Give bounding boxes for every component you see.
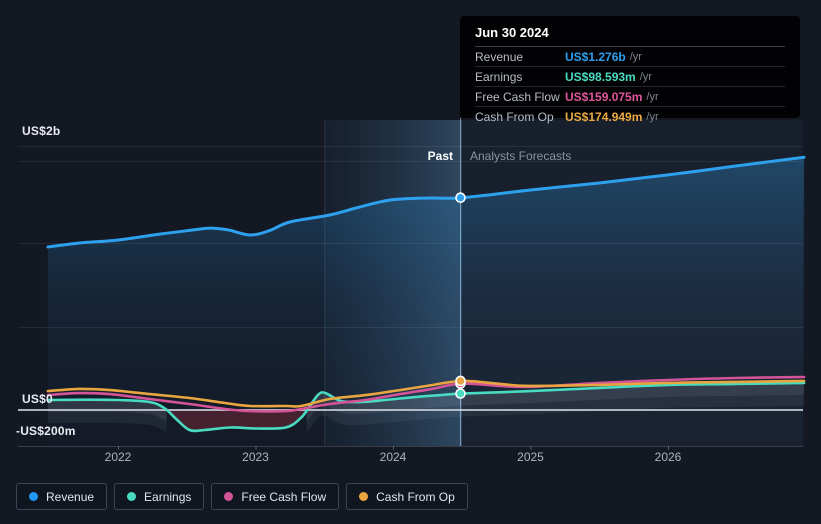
legend-dot-earnings [127,492,136,501]
tooltip-row-unit: /yr [630,51,642,63]
y-axis-label-zero: US$0 [22,392,53,406]
earnings-marker [456,389,465,398]
stock-growth-chart: US$2b US$0 -US$200m Past Analysts Foreca… [0,0,821,524]
x-tick-label-2026: 2026 [638,450,698,464]
past-label: Past [380,149,453,163]
x-tick-label-2024: 2024 [363,450,423,464]
y-axis-label-2b: US$2b [22,124,60,138]
x-tick-label-2023: 2023 [226,450,286,464]
tooltip-row-value: US$1.276b [565,50,626,64]
cash-from-op-marker [456,376,465,385]
legend-label: Cash From Op [376,490,455,504]
revenue-marker [456,193,465,202]
tooltip-row-label: Cash From Op [475,110,565,124]
tooltip-row-cash-from-op: Cash From OpUS$174.949m/yr [475,106,785,126]
tooltip-row-label: Revenue [475,50,565,64]
tooltip-row-free-cash-flow: Free Cash FlowUS$159.075m/yr [475,86,785,106]
tooltip-row-unit: /yr [646,111,658,123]
tooltip-date: Jun 30 2024 [475,21,785,47]
legend-item-cash-from-op[interactable]: Cash From Op [346,483,468,510]
y-axis-label-neg200m: -US$200m [16,424,76,438]
tooltip-row-label: Earnings [475,70,565,84]
tooltip-row-value: US$159.075m [565,90,642,104]
legend-label: Earnings [144,490,191,504]
tooltip: Jun 30 2024 RevenueUS$1.276b/yrEarningsU… [460,16,800,118]
legend-label: Revenue [46,490,94,504]
legend-item-free-cash-flow[interactable]: Free Cash Flow [211,483,339,510]
legend-dot-revenue [29,492,38,501]
tooltip-row-unit: /yr [646,91,658,103]
tooltip-row-label: Free Cash Flow [475,90,565,104]
tooltip-row-value: US$98.593m [565,70,636,84]
tooltip-row-revenue: RevenueUS$1.276b/yr [475,47,785,66]
x-tick-label-2022: 2022 [88,450,148,464]
legend-item-revenue[interactable]: Revenue [16,483,107,510]
tooltip-rows: RevenueUS$1.276b/yrEarningsUS$98.593m/yr… [475,47,785,126]
tooltip-row-unit: /yr [640,71,652,83]
tooltip-row-value: US$174.949m [565,110,642,124]
legend-dot-cash-from-op [359,492,368,501]
legend-label: Free Cash Flow [241,490,326,504]
legend-dot-free-cash-flow [224,492,233,501]
tooltip-row-earnings: EarningsUS$98.593m/yr [475,66,785,86]
x-tick-label-2025: 2025 [501,450,561,464]
legend: Revenue Earnings Free Cash Flow Cash From O… [16,483,468,510]
legend-item-earnings[interactable]: Earnings [114,483,204,510]
analysts-forecasts-label: Analysts Forecasts [470,149,571,163]
